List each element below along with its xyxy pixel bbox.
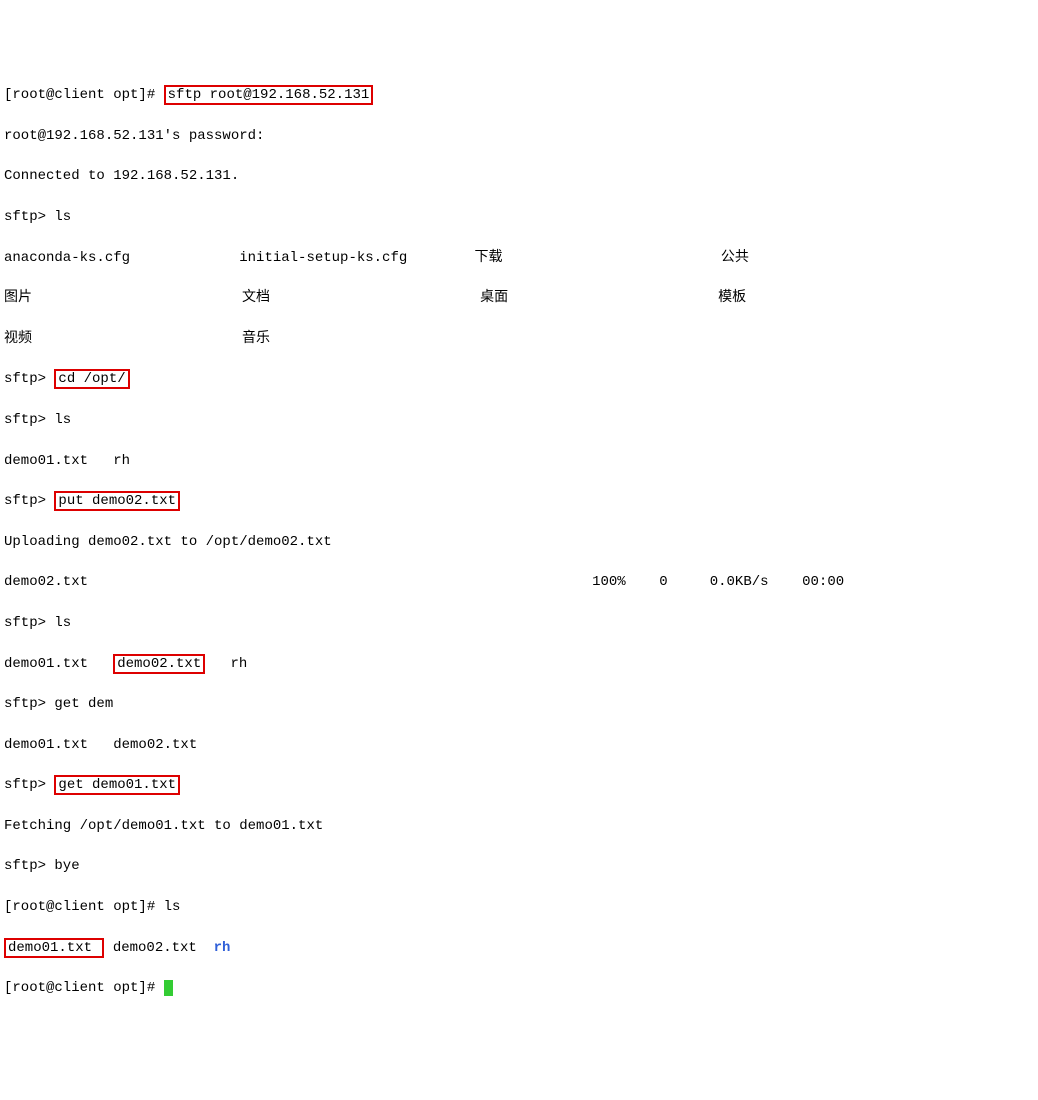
prompt: sftp>: [4, 371, 54, 387]
highlighted-command-get: get demo01.txt: [54, 775, 180, 795]
terminal-line-3: Connected to 192.168.52.131.: [4, 166, 1034, 186]
prompt: sftp>: [4, 777, 54, 793]
terminal-line-22: demo01.txt demo02.txt rh: [4, 938, 1034, 958]
terminal-line-1: [root@client opt]# sftp root@192.168.52.…: [4, 85, 1034, 105]
terminal-line-2: root@192.168.52.131's password:: [4, 126, 1034, 146]
terminal-line-7: 视频 音乐: [4, 329, 1034, 349]
prompt: [root@client opt]#: [4, 87, 164, 103]
terminal-line-21: [root@client opt]# ls: [4, 897, 1034, 917]
highlighted-command-put: put demo02.txt: [54, 491, 180, 511]
terminal-line-8: sftp> cd /opt/: [4, 369, 1034, 389]
terminal-line-4: sftp> ls: [4, 207, 1034, 227]
terminal-line-23: [root@client opt]#: [4, 978, 1034, 998]
terminal-line-15: demo01.txt demo02.txt rh: [4, 654, 1034, 674]
terminal-line-13: demo02.txt 100% 0 0.0KB/s 00:00: [4, 572, 1034, 592]
file-rh: rh: [205, 656, 247, 672]
terminal-line-5: anaconda-ks.cfg initial-setup-ks.cfg 下载 …: [4, 248, 1034, 268]
prompt: [root@client opt]#: [4, 980, 164, 996]
terminal-line-11: sftp> put demo02.txt: [4, 491, 1034, 511]
terminal-line-18: sftp> get demo01.txt: [4, 775, 1034, 795]
highlighted-command-sftp: sftp root@192.168.52.131: [164, 85, 374, 105]
file-demo01: demo01.txt: [4, 656, 113, 672]
cursor-icon: [164, 980, 173, 996]
terminal-line-6: 图片 文档 桌面 模板: [4, 288, 1034, 308]
terminal-line-12: Uploading demo02.txt to /opt/demo02.txt: [4, 532, 1034, 552]
terminal-line-14: sftp> ls: [4, 613, 1034, 633]
prompt: sftp>: [4, 493, 54, 509]
terminal-line-19: Fetching /opt/demo01.txt to demo01.txt: [4, 816, 1034, 836]
terminal-line-17: demo01.txt demo02.txt: [4, 735, 1034, 755]
file-demo02: demo02.txt: [104, 940, 213, 956]
terminal-line-9: sftp> ls: [4, 410, 1034, 430]
dir-rh: rh: [214, 940, 231, 956]
highlighted-file-demo02: demo02.txt: [113, 654, 205, 674]
terminal-line-20: sftp> bye: [4, 856, 1034, 876]
highlighted-file-demo01: demo01.txt: [4, 938, 104, 958]
terminal-line-16: sftp> get dem: [4, 694, 1034, 714]
highlighted-command-cd: cd /opt/: [54, 369, 129, 389]
terminal-line-10: demo01.txt rh: [4, 451, 1034, 471]
